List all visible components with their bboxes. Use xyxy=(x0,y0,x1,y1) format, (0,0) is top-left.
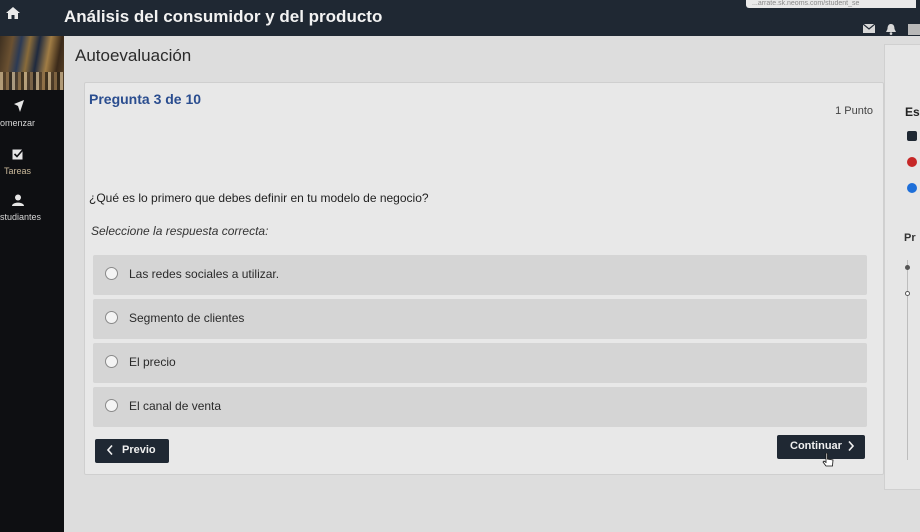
close-circle-icon[interactable] xyxy=(907,157,917,167)
chevron-right-icon xyxy=(848,441,854,451)
browser-url: ...arrate.sk.neoms.com/student_se xyxy=(746,0,916,8)
question-instruction: Seleccione la respuesta correcta: xyxy=(91,224,269,238)
sidebar: omenzar Tareas studiantes xyxy=(0,36,64,532)
radio-button[interactable] xyxy=(105,267,118,280)
user-icon xyxy=(12,194,24,206)
right-panel-subtitle: Pr xyxy=(904,232,916,244)
chevron-left-icon xyxy=(107,445,113,455)
question-card: Pregunta 3 de 10 1 Punto ¿Qué es lo prim… xyxy=(84,82,884,475)
sidebar-item-tareas[interactable]: Tareas xyxy=(0,148,64,182)
checkbox-icon xyxy=(12,148,24,160)
info-icon[interactable] xyxy=(907,183,917,193)
radio-button[interactable] xyxy=(105,311,118,324)
arrow-icon xyxy=(14,100,24,112)
continue-button[interactable]: Continuar xyxy=(777,435,865,459)
answer-option-label: Segmento de clientes xyxy=(129,311,245,325)
right-panel-title: Es xyxy=(905,105,920,119)
answer-option-label: El canal de venta xyxy=(129,399,222,413)
answer-option[interactable]: El precio xyxy=(93,343,867,383)
progress-dot-current[interactable] xyxy=(905,291,910,296)
answer-option[interactable]: El canal de venta xyxy=(93,387,867,427)
bell-icon[interactable] xyxy=(886,24,896,35)
sidebar-item-label: studiantes xyxy=(0,212,42,222)
hand-cursor-icon xyxy=(822,453,834,467)
question-text: ¿Qué es lo primero que debes definir en … xyxy=(89,191,429,205)
apps-grid-icon[interactable] xyxy=(908,24,920,35)
answer-option[interactable]: Las redes sociales a utilizar. xyxy=(93,255,867,295)
radio-button[interactable] xyxy=(105,355,118,368)
answer-option-label: Las redes sociales a utilizar. xyxy=(129,267,280,281)
top-bar: ...arrate.sk.neoms.com/student_se Anális… xyxy=(0,0,920,36)
previous-button-label: Previo xyxy=(122,444,156,456)
radio-button[interactable] xyxy=(105,399,118,412)
previous-button[interactable]: Previo xyxy=(95,439,169,463)
main-content: Autoevaluación Pregunta 3 de 10 1 Punto … xyxy=(64,36,920,532)
sidebar-item-comenzar[interactable]: omenzar xyxy=(0,100,64,134)
question-points: 1 Punto xyxy=(835,105,873,117)
progress-dot[interactable] xyxy=(905,265,910,270)
pause-icon[interactable] xyxy=(907,131,917,141)
page-title: Autoevaluación xyxy=(75,46,192,65)
continue-button-label: Continuar xyxy=(790,440,842,452)
answer-option[interactable]: Segmento de clientes xyxy=(93,299,867,339)
sidebar-item-label: omenzar xyxy=(0,118,36,128)
course-title: Análisis del consumidor y del producto xyxy=(64,7,383,26)
mail-icon[interactable] xyxy=(863,24,875,33)
course-banner-image xyxy=(0,36,64,90)
answer-option-label: El precio xyxy=(129,355,176,369)
progress-track xyxy=(907,260,908,460)
right-panel: Es Pr xyxy=(884,44,920,490)
question-number: Pregunta 3 de 10 xyxy=(89,91,202,107)
home-icon[interactable] xyxy=(6,7,20,19)
sidebar-item-estudiantes[interactable]: studiantes xyxy=(0,194,64,228)
sidebar-item-label: Tareas xyxy=(4,166,32,176)
